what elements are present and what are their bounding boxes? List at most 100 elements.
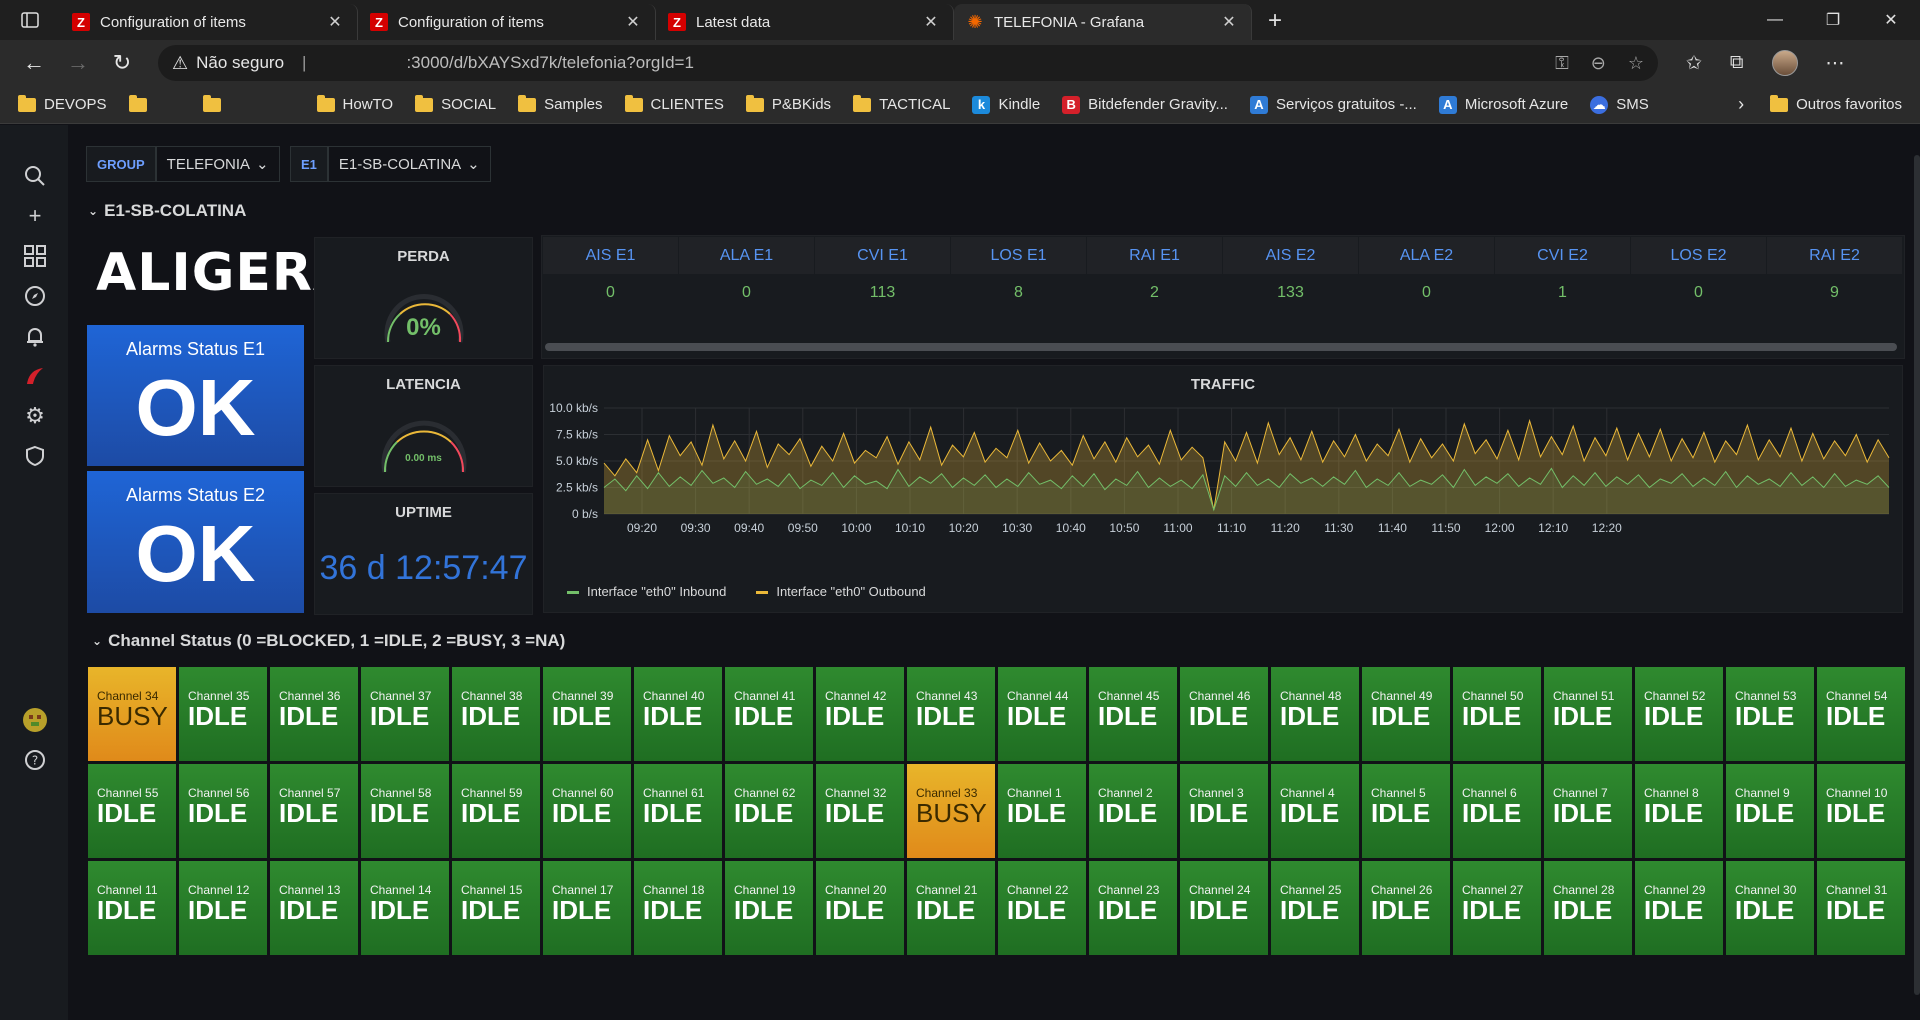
channel-tile[interactable]: Channel 15 IDLE (452, 861, 540, 955)
window-close-icon[interactable]: ✕ (1862, 0, 1920, 40)
more-icon[interactable]: ⋯ (1826, 52, 1845, 75)
channel-tile[interactable]: Channel 7 IDLE (1544, 764, 1632, 858)
channel-tile[interactable]: Channel 27 IDLE (1453, 861, 1541, 955)
channel-tile[interactable]: Channel 49 IDLE (1362, 667, 1450, 761)
channel-tile[interactable]: Channel 33 BUSY (907, 764, 995, 858)
column-header[interactable]: ALA E2 (1359, 237, 1495, 274)
zoom-icon[interactable]: ⊖ (1591, 53, 1606, 74)
plugin-app-icon[interactable] (22, 363, 48, 389)
browser-tab-active[interactable]: ✺ TELEFONIA - Grafana ✕ (954, 4, 1252, 40)
channel-tile[interactable]: Channel 54 IDLE (1817, 667, 1905, 761)
channel-tile[interactable]: Channel 35 IDLE (179, 667, 267, 761)
reload-icon[interactable]: ↻ (100, 45, 144, 81)
column-header[interactable]: LOS E1 (951, 237, 1087, 274)
channel-tile[interactable]: Channel 11 IDLE (88, 861, 176, 955)
bookmark-clientes[interactable]: CLIENTES (624, 94, 724, 113)
url-input[interactable]: ⚠ Não seguro | :3000/d/bXAYSxd7k/telefon… (158, 45, 1658, 81)
bookmark-devops[interactable]: DEVOPS (18, 94, 107, 113)
channel-tile[interactable]: Channel 4 IDLE (1271, 764, 1359, 858)
server-admin-shield-icon[interactable] (22, 443, 48, 469)
tab-actions-icon[interactable] (0, 0, 60, 40)
column-header[interactable]: ALA E1 (679, 237, 815, 274)
bookmark-folder[interactable] (128, 94, 155, 112)
channel-tile[interactable]: Channel 37 IDLE (361, 667, 449, 761)
channel-tile[interactable]: Channel 22 IDLE (998, 861, 1086, 955)
bookmark-folder[interactable] (202, 94, 229, 112)
channel-tile[interactable]: Channel 26 IDLE (1362, 861, 1450, 955)
channel-tile[interactable]: Channel 50 IDLE (1453, 667, 1541, 761)
channel-tile[interactable]: Channel 44 IDLE (998, 667, 1086, 761)
channel-tile[interactable]: Channel 9 IDLE (1726, 764, 1814, 858)
bookmark-social[interactable]: SOCIAL (415, 94, 496, 113)
channel-tile[interactable]: Channel 17 IDLE (543, 861, 631, 955)
channel-tile[interactable]: Channel 29 IDLE (1635, 861, 1723, 955)
help-icon[interactable]: ? (22, 747, 48, 773)
minimize-icon[interactable]: — (1746, 0, 1804, 40)
channel-tile[interactable]: Channel 24 IDLE (1180, 861, 1268, 955)
new-tab-button[interactable]: + (1252, 2, 1298, 40)
channel-tile[interactable]: Channel 1 IDLE (998, 764, 1086, 858)
forward-icon[interactable]: → (56, 45, 100, 81)
bookmark-howto[interactable]: HowTO (316, 94, 393, 113)
channel-tile[interactable]: Channel 3 IDLE (1180, 764, 1268, 858)
bookmark-other-favorites[interactable]: Outros favoritos (1770, 94, 1902, 113)
channel-tile[interactable]: Channel 55 IDLE (88, 764, 176, 858)
channel-tile[interactable]: Channel 39 IDLE (543, 667, 631, 761)
key-icon[interactable]: ⚿ (1555, 53, 1569, 74)
channel-tile[interactable]: Channel 43 IDLE (907, 667, 995, 761)
channel-tile[interactable]: Channel 12 IDLE (179, 861, 267, 955)
profile-avatar[interactable] (1771, 50, 1798, 76)
configuration-gear-icon[interactable]: ⚙ (22, 403, 48, 429)
channel-tile[interactable]: Channel 14 IDLE (361, 861, 449, 955)
close-icon[interactable]: ✕ (921, 12, 941, 32)
close-icon[interactable]: ✕ (623, 12, 643, 32)
channel-tile[interactable]: Channel 41 IDLE (725, 667, 813, 761)
browser-tab[interactable]: Z Latest data ✕ (656, 4, 954, 40)
bookmark-tactical[interactable]: TACTICAL (853, 94, 950, 113)
channel-tile[interactable]: Channel 28 IDLE (1544, 861, 1632, 955)
bookmark-servicos[interactable]: A Serviços gratuitos -... (1249, 95, 1417, 114)
chevron-right-icon[interactable]: › (1738, 94, 1744, 115)
channel-tile[interactable]: Channel 57 IDLE (270, 764, 358, 858)
channel-tile[interactable]: Channel 42 IDLE (816, 667, 904, 761)
user-avatar[interactable] (22, 707, 48, 733)
table-horizontal-scrollbar[interactable] (545, 343, 1897, 351)
channel-tile[interactable]: Channel 45 IDLE (1089, 667, 1177, 761)
column-header[interactable]: CVI E1 (815, 237, 951, 274)
alerting-bell-icon[interactable] (22, 323, 48, 349)
close-icon[interactable]: ✕ (325, 12, 345, 32)
channel-tile[interactable]: Channel 10 IDLE (1817, 764, 1905, 858)
channel-tile[interactable]: Channel 23 IDLE (1089, 861, 1177, 955)
channel-tile[interactable]: Channel 53 IDLE (1726, 667, 1814, 761)
channel-tile[interactable]: Channel 59 IDLE (452, 764, 540, 858)
legend-item-inbound[interactable]: Interface "eth0" Inbound (567, 584, 726, 599)
channel-tile[interactable]: Channel 32 IDLE (816, 764, 904, 858)
bookmark-bitdefender[interactable]: B Bitdefender Gravity... (1062, 95, 1228, 114)
bookmark-pbkids[interactable]: P&BKids (745, 94, 831, 113)
explore-icon[interactable] (22, 283, 48, 309)
column-header[interactable]: RAI E2 (1767, 237, 1903, 274)
channel-tile[interactable]: Channel 61 IDLE (634, 764, 722, 858)
plus-icon[interactable]: + (22, 203, 48, 229)
close-icon[interactable]: ✕ (1219, 12, 1239, 32)
search-icon[interactable] (22, 163, 48, 189)
channel-tile[interactable]: Channel 19 IDLE (725, 861, 813, 955)
channel-tile[interactable]: Channel 31 IDLE (1817, 861, 1905, 955)
channel-tile[interactable]: Channel 51 IDLE (1544, 667, 1632, 761)
row-header-e1[interactable]: ⌄ E1-SB-COLATINA (88, 201, 246, 221)
channel-tile[interactable]: Channel 30 IDLE (1726, 861, 1814, 955)
channel-tile[interactable]: Channel 5 IDLE (1362, 764, 1450, 858)
browser-tab[interactable]: Z Configuration of items ✕ (60, 4, 358, 40)
browser-tab[interactable]: Z Configuration of items ✕ (358, 4, 656, 40)
channel-tile[interactable]: Channel 40 IDLE (634, 667, 722, 761)
bookmark-sms[interactable]: ☁ SMS (1590, 95, 1649, 114)
channel-tile[interactable]: Channel 34 BUSY (88, 667, 176, 761)
row-header-channel-status[interactable]: ⌄ Channel Status (0 =BLOCKED, 1 =IDLE, 2… (92, 631, 565, 651)
channel-tile[interactable]: Channel 62 IDLE (725, 764, 813, 858)
channel-tile[interactable]: Channel 48 IDLE (1271, 667, 1359, 761)
restore-icon[interactable]: ❐ (1804, 0, 1862, 40)
bookmark-azure[interactable]: A Microsoft Azure (1438, 95, 1568, 114)
channel-tile[interactable]: Channel 13 IDLE (270, 861, 358, 955)
channel-tile[interactable]: Channel 36 IDLE (270, 667, 358, 761)
legend-item-outbound[interactable]: Interface "eth0" Outbound (756, 584, 926, 599)
